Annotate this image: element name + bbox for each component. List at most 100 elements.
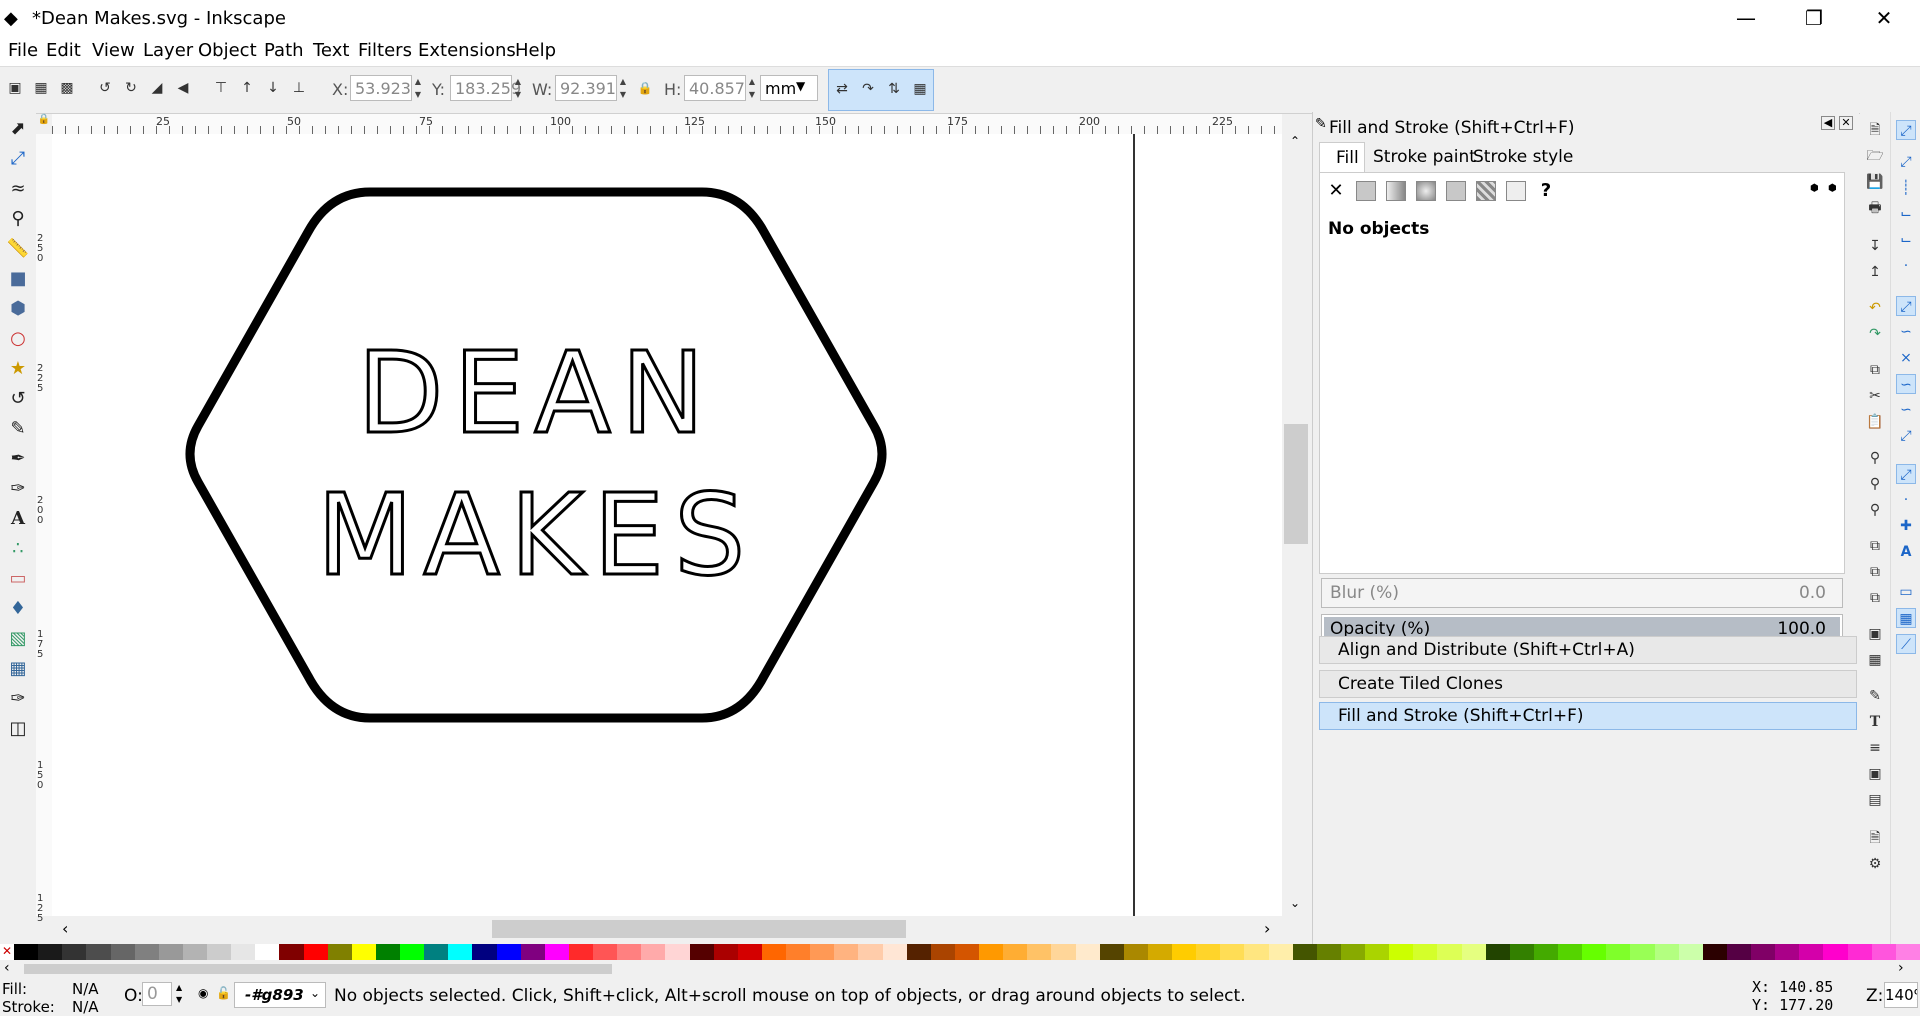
palette-swatch[interactable] <box>1533 944 1558 960</box>
palette-swatch[interactable] <box>1123 944 1148 960</box>
palette-swatch[interactable] <box>568 944 593 960</box>
pencil-tool-icon[interactable]: ✎ <box>5 416 31 442</box>
minimize-button[interactable]: — <box>1726 4 1766 32</box>
palette-swatch[interactable] <box>472 944 497 960</box>
palette-swatch[interactable] <box>62 944 87 960</box>
palette-swatch[interactable] <box>1799 944 1824 960</box>
palette-swatch[interactable] <box>1413 944 1438 960</box>
palette-swatch[interactable] <box>1365 944 1390 960</box>
palette-swatch[interactable] <box>1172 944 1197 960</box>
palette-swatch[interactable] <box>110 944 135 960</box>
vertical-scroll-thumb[interactable] <box>1284 424 1308 544</box>
flip-horizontal-icon[interactable]: ◢ <box>146 77 168 99</box>
palette-swatch[interactable] <box>496 944 521 960</box>
zoom-page-icon[interactable]: ⚲ <box>1865 500 1885 520</box>
palette-swatch[interactable] <box>207 944 232 960</box>
snap-midpoint-icon[interactable]: ⤢ <box>1896 426 1916 446</box>
palette-swatch[interactable] <box>1316 944 1341 960</box>
palette-swatch[interactable] <box>641 944 666 960</box>
scale-corners-icon[interactable]: ↷ <box>857 78 879 100</box>
group-icon[interactable]: ▣ <box>1865 624 1885 644</box>
w-field[interactable]: 92.391 <box>555 75 617 101</box>
ellipse-tool-icon[interactable]: ○ <box>5 326 31 352</box>
menu-edit[interactable]: Edit <box>46 40 81 61</box>
fill-indicator-value[interactable]: N/A <box>72 980 99 998</box>
palette-swatch[interactable] <box>737 944 762 960</box>
pen-tool-icon[interactable]: ✒ <box>5 446 31 472</box>
menu-extensions[interactable]: Extensions <box>418 40 516 61</box>
save-icon[interactable]: 💾 <box>1865 172 1885 192</box>
palette-swatch[interactable] <box>1678 944 1703 960</box>
node-tool-icon[interactable]: ⤢ <box>5 146 31 172</box>
palette-swatch[interactable] <box>1244 944 1269 960</box>
scroll-up-icon[interactable]: ⌃ <box>1290 134 1300 148</box>
palette-swatch[interactable] <box>158 944 183 960</box>
palette-swatch[interactable] <box>1003 944 1028 960</box>
menu-view[interactable]: View <box>92 40 135 61</box>
zoom-selection-icon[interactable]: ⚲ <box>1865 448 1885 468</box>
palette-swatch[interactable] <box>1847 944 1872 960</box>
palette-swatch[interactable] <box>1751 944 1776 960</box>
zoom-drawing-icon[interactable]: ⚲ <box>1865 474 1885 494</box>
palette-swatch[interactable] <box>689 944 714 960</box>
palette-swatch[interactable] <box>761 944 786 960</box>
tab-stroke-style[interactable]: Stroke style <box>1473 147 1573 167</box>
palette-swatch[interactable] <box>1340 944 1365 960</box>
open-icon[interactable]: 🗁 <box>1865 146 1885 166</box>
palette-swatch[interactable] <box>231 944 256 960</box>
palette-swatch[interactable] <box>617 944 642 960</box>
palette-swatch[interactable] <box>1196 944 1221 960</box>
palette-swatch[interactable] <box>1292 944 1317 960</box>
flip-vertical-icon[interactable]: ◀ <box>172 77 194 99</box>
palette-swatch[interactable] <box>979 944 1004 960</box>
blur-slider[interactable]: Blur (%) 0.0 <box>1321 578 1843 608</box>
lower-to-bottom-icon[interactable]: ⊥ <box>288 77 310 99</box>
snap-nodes-icon[interactable]: ⤢ <box>1896 296 1916 316</box>
transform-patterns-icon[interactable]: ▦ <box>909 78 931 100</box>
vertical-scrollbar[interactable]: ⌃ ⌄ <box>1282 134 1310 916</box>
drawing-canvas[interactable]: DEAN MAKES <box>52 134 1282 916</box>
palette-swatch[interactable] <box>279 944 304 960</box>
spiral-tool-icon[interactable]: ↺ <box>5 386 31 412</box>
palette-swatch[interactable] <box>1437 944 1462 960</box>
dropper-tool-icon[interactable]: ✑ <box>5 686 31 712</box>
unlink-clone-icon[interactable]: ⧉ <box>1865 588 1885 608</box>
palette-swatch[interactable] <box>351 944 376 960</box>
opacity-status-spinner[interactable]: ▲ ▼ <box>176 982 182 1006</box>
palette-swatch[interactable] <box>930 944 955 960</box>
scroll-down-icon[interactable]: ⌄ <box>1290 896 1300 910</box>
palette-swatch[interactable] <box>665 944 690 960</box>
palette-swatch[interactable] <box>14 944 39 960</box>
horizontal-scrollbar[interactable]: ‹ › <box>52 916 1282 942</box>
lower-icon[interactable]: ↓ <box>262 77 284 99</box>
menu-filters[interactable]: Filters <box>358 40 412 61</box>
snap-intersection-icon[interactable]: ⨯ <box>1896 348 1916 368</box>
palette-swatch[interactable] <box>713 944 738 960</box>
zoom-field[interactable]: 140% <box>1884 982 1918 1008</box>
chevron-down-icon[interactable]: ▼ <box>796 79 805 93</box>
x-spinner[interactable]: ▲ ▼ <box>412 75 424 101</box>
palette-swatch[interactable] <box>954 944 979 960</box>
palette-swatch[interactable] <box>834 944 859 960</box>
align-distribute-section[interactable]: Align and Distribute (Shift+Ctrl+A) <box>1319 636 1857 664</box>
print-icon[interactable]: 🖶 <box>1865 198 1885 218</box>
calligraphy-tool-icon[interactable]: ✑ <box>5 476 31 502</box>
tab-stroke-paint[interactable]: Stroke paint <box>1373 147 1476 167</box>
menu-layer[interactable]: Layer <box>143 40 193 61</box>
star-tool-icon[interactable]: ★ <box>5 356 31 382</box>
snap-others-icon[interactable]: ⤢ <box>1896 464 1916 484</box>
h-field[interactable]: 40.857 <box>684 75 746 101</box>
palette-none-swatch[interactable]: ✕ <box>0 944 14 960</box>
palette-swatch[interactable] <box>38 944 63 960</box>
palette-swatch[interactable] <box>424 944 449 960</box>
snap-bbox-corner-icon[interactable]: ⌙ <box>1896 204 1916 224</box>
layer-lock-icon[interactable]: 🔓 <box>216 986 231 1000</box>
horizontal-scroll-thumb[interactable] <box>492 920 906 938</box>
palette-swatch[interactable] <box>1147 944 1172 960</box>
palette-swatch[interactable] <box>593 944 618 960</box>
horizontal-ruler[interactable]: 25 50 75 100 125 150 175 200 225 <box>52 114 1282 135</box>
fill-stroke-section[interactable]: Fill and Stroke (Shift+Ctrl+F) <box>1319 702 1857 730</box>
scroll-left-icon[interactable]: ‹ <box>62 919 68 938</box>
document-properties-icon[interactable]: 🗎 <box>1865 828 1885 848</box>
tab-fill[interactable]: Fill <box>1319 142 1365 173</box>
